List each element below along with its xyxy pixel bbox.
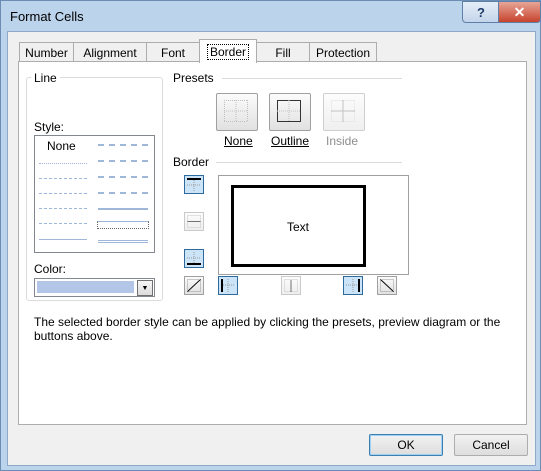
border-label: Border <box>173 155 210 169</box>
help-button[interactable]: ? <box>462 1 500 23</box>
border-inside-horizontal-button[interactable] <box>184 212 204 231</box>
border-diagonal-up-button[interactable] <box>184 276 204 295</box>
preset-inside-button[interactable] <box>323 93 365 131</box>
window-title: Format Cells <box>10 9 84 24</box>
tab-border[interactable]: Border <box>199 39 257 63</box>
border-bottom-button[interactable] <box>184 249 204 268</box>
format-cells-dialog: Format Cells ? ✕ Number Alignment Font B… <box>0 0 541 471</box>
title-bar: Format Cells ? ✕ <box>1 1 541 31</box>
line-style-list[interactable]: None <box>34 135 155 253</box>
ok-button[interactable]: OK <box>369 434 443 456</box>
line-style-medium-dashed[interactable] <box>98 192 148 194</box>
tab-protection[interactable]: Protection <box>309 42 377 63</box>
preview-text: Text <box>287 220 310 234</box>
preset-none-text: None <box>224 134 253 148</box>
color-swatch <box>37 281 134 293</box>
border-divider <box>216 162 402 163</box>
style-label: Style: <box>34 120 65 134</box>
cancel-button[interactable]: Cancel <box>454 434 528 456</box>
line-style-dotted[interactable] <box>39 178 87 179</box>
line-style-thin[interactable] <box>39 239 87 240</box>
preset-outline-button[interactable] <box>269 93 311 131</box>
tab-label: Number <box>25 46 68 60</box>
color-dropdown[interactable]: ▼ <box>34 278 155 297</box>
line-style-medium-dash-dot[interactable] <box>98 176 148 178</box>
preset-inside-icon <box>331 100 355 122</box>
close-button[interactable]: ✕ <box>498 1 541 23</box>
line-style-none[interactable]: None <box>47 139 76 153</box>
line-style-dash-dot-dot[interactable] <box>39 193 87 194</box>
border-left-button[interactable] <box>218 276 238 295</box>
line-style-dashed[interactable] <box>39 223 87 224</box>
preset-outline-icon <box>277 100 301 122</box>
border-top-icon <box>187 178 201 191</box>
tab-alignment[interactable]: Alignment <box>73 42 147 63</box>
preview-cell: Text <box>231 185 366 267</box>
color-label: Color: <box>34 262 67 276</box>
preset-outline-label: Outline <box>271 134 309 148</box>
border-right-icon <box>346 279 360 292</box>
tab-label: Fill <box>275 46 291 60</box>
tab-number[interactable]: Number <box>19 42 74 63</box>
presets-label: Presets <box>173 71 214 85</box>
preset-none-label: None <box>224 134 253 148</box>
preset-none-button[interactable] <box>216 93 258 131</box>
border-description: The selected border style can be applied… <box>34 315 501 343</box>
tab-label: Font <box>160 46 185 60</box>
diagonal-down-icon <box>380 279 394 292</box>
tab-label: Protection <box>315 46 371 60</box>
line-style-thick-selected[interactable] <box>97 221 149 229</box>
border-preview-diagram[interactable]: Text <box>218 175 409 275</box>
line-style-medium-dash-dot-dot[interactable] <box>98 144 148 146</box>
line-style-slant-dash-dot[interactable] <box>98 160 148 162</box>
tab-font[interactable]: Font <box>146 42 200 63</box>
diagonal-up-icon <box>187 279 201 292</box>
line-style-medium[interactable] <box>98 208 148 210</box>
line-style-hair[interactable] <box>39 163 87 164</box>
border-top-button[interactable] <box>184 175 204 194</box>
border-inside-vertical-button[interactable] <box>281 276 301 295</box>
line-group-label: Line <box>31 71 60 85</box>
border-right-button[interactable] <box>343 276 363 295</box>
border-left-icon <box>221 279 235 292</box>
line-style-dash-dot[interactable] <box>39 208 87 209</box>
border-bottom-icon <box>187 252 201 265</box>
dialog-client: Number Alignment Font Border Fill Protec… <box>7 31 536 466</box>
tab-label: Border <box>206 43 250 60</box>
tab-label: Alignment <box>83 46 137 60</box>
preset-outline-text: Outline <box>271 134 310 148</box>
chevron-down-icon[interactable]: ▼ <box>137 280 153 296</box>
preset-none-icon <box>224 100 248 122</box>
border-diagonal-down-button[interactable] <box>377 276 397 295</box>
border-inside-horizontal-icon <box>187 215 201 228</box>
line-style-double[interactable] <box>98 240 148 243</box>
preset-inside-label: Inside <box>326 134 359 148</box>
border-tab-panel: Line Style: None Color: ▼ Presets None O… <box>18 61 527 425</box>
tab-fill[interactable]: Fill <box>256 42 310 63</box>
border-inside-vertical-icon <box>284 279 298 292</box>
presets-divider <box>222 78 402 79</box>
